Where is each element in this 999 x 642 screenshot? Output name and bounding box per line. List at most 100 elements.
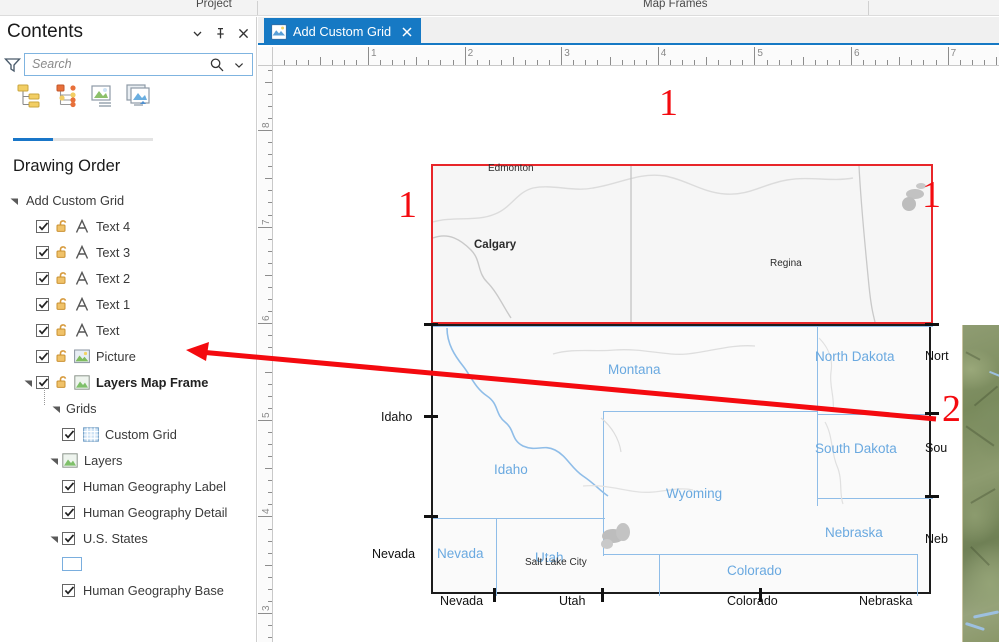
ruler-tick xyxy=(258,516,272,518)
tree-item-text-3[interactable]: Text 3 xyxy=(0,239,257,265)
layer-visibility-checkbox[interactable] xyxy=(62,479,75,493)
vertical-ruler[interactable]: 8 7 6 5 4 3 xyxy=(258,66,273,642)
tree-item-grids[interactable]: Grids xyxy=(0,387,257,421)
ruler-tick xyxy=(268,105,272,107)
grid-label: Nevada xyxy=(440,594,484,608)
tab-add-custom-grid[interactable]: Add Custom Grid xyxy=(264,18,422,45)
drawing-order-heading: Drawing Order xyxy=(13,157,121,175)
list-by-source-icon[interactable] xyxy=(53,82,83,110)
ruler-tick xyxy=(268,359,272,361)
tree-item-layers[interactable]: Layers xyxy=(0,447,257,473)
layer-visibility-checkbox[interactable] xyxy=(36,323,49,337)
horizontal-ruler[interactable]: 1 2 3 4 5 6 7 xyxy=(273,47,999,66)
ruler-tick xyxy=(718,60,720,65)
tree-item-add-custom-grid[interactable]: Add Custom Grid xyxy=(0,187,257,213)
ruler-tick xyxy=(295,60,297,65)
layer-visibility-checkbox[interactable] xyxy=(36,219,49,233)
tree-item-us-states[interactable]: U.S. States xyxy=(0,525,257,551)
layer-visibility-checkbox[interactable] xyxy=(36,271,49,285)
tree-item-symbol-swatch[interactable] xyxy=(0,551,257,577)
list-by-snapping-icon[interactable] xyxy=(125,82,155,110)
close-icon[interactable] xyxy=(234,24,252,42)
ruler-tick xyxy=(561,47,563,65)
layer-visibility-checkbox[interactable] xyxy=(36,245,49,259)
tree-item-human-geography-detail[interactable]: Human Geography Detail xyxy=(0,499,257,525)
layout-canvas[interactable]: Montana North Dakota Idaho South Dakota Wyom… xyxy=(274,67,999,642)
chevron-down-icon[interactable] xyxy=(48,532,60,544)
ruler-tick xyxy=(669,60,671,65)
contents-pane: Contents Search Drawing Order Add Custom… xyxy=(0,17,257,642)
ruler-tick xyxy=(887,60,889,65)
layer-visibility-checkbox[interactable] xyxy=(62,583,75,597)
search-icon[interactable] xyxy=(209,57,225,73)
layer-visibility-checkbox[interactable] xyxy=(36,349,49,363)
ruler-tick xyxy=(258,419,272,421)
ruler-tick xyxy=(258,130,272,131)
callout-1-right: 1 xyxy=(922,174,941,216)
state-label: Idaho xyxy=(494,462,528,477)
ruler-tick xyxy=(268,202,272,204)
chevron-down-icon[interactable] xyxy=(232,58,246,72)
chevron-down-icon[interactable] xyxy=(188,24,206,42)
unlocked-lock-icon[interactable] xyxy=(55,245,70,259)
search-input[interactable]: Search xyxy=(24,53,253,76)
ruler-tick xyxy=(268,443,272,445)
chevron-down-icon[interactable] xyxy=(48,454,60,466)
tree-item-text[interactable]: Text xyxy=(0,317,257,343)
close-icon[interactable] xyxy=(400,25,413,38)
unlocked-lock-icon[interactable] xyxy=(55,375,70,389)
satellite-imagery-strip[interactable] xyxy=(962,325,999,642)
callout-2-right: 2 xyxy=(942,388,961,430)
city-label: Edmonton xyxy=(488,163,534,174)
tree-item-text-2[interactable]: Text 2 xyxy=(0,265,257,291)
contents-toolbar xyxy=(0,79,257,121)
map-frame-us[interactable] xyxy=(431,324,933,596)
ruler-tick xyxy=(464,47,466,65)
tree-item-text-1[interactable]: Text 1 xyxy=(0,291,257,317)
unlocked-lock-icon[interactable] xyxy=(55,271,70,285)
state-label: Nebraska xyxy=(825,525,883,540)
list-by-drawing-order-icon[interactable] xyxy=(14,82,44,110)
layer-visibility-checkbox[interactable] xyxy=(62,505,75,519)
tree-item-layers-map-frame[interactable]: Layers Map Frame xyxy=(0,369,257,395)
tree-item-text-4[interactable]: Text 4 xyxy=(0,213,257,239)
ruler-tick xyxy=(778,60,780,65)
grid-tick-left xyxy=(424,415,438,418)
list-by-selection-icon[interactable] xyxy=(89,82,119,110)
chevron-down-icon[interactable] xyxy=(50,402,62,414)
ruler-tick xyxy=(911,60,913,65)
symbol-swatch[interactable] xyxy=(62,557,82,571)
chevron-down-icon[interactable] xyxy=(8,194,20,206)
grid-label: Colorado xyxy=(727,594,778,608)
layer-visibility-checkbox[interactable] xyxy=(36,375,49,389)
ruler-tick xyxy=(268,69,272,71)
unlocked-lock-icon[interactable] xyxy=(55,323,70,337)
layer-visibility-checkbox[interactable] xyxy=(62,531,75,545)
tree-item-custom-grid[interactable]: Custom Grid xyxy=(0,421,257,447)
ruler-tick xyxy=(706,57,708,65)
terrain-ridge xyxy=(970,546,990,566)
tree-item-human-geography-label[interactable]: Human Geography Label xyxy=(0,473,257,499)
unlocked-lock-icon[interactable] xyxy=(55,297,70,311)
unlocked-lock-icon[interactable] xyxy=(55,349,70,363)
ruler-tick xyxy=(268,117,272,119)
tree-item-picture[interactable]: Picture xyxy=(0,343,257,369)
unlocked-lock-icon[interactable] xyxy=(55,219,70,233)
ribbon-group-map-frames: Map Frames xyxy=(643,0,708,10)
grid-tick-left xyxy=(424,323,438,326)
tree-item-human-geography-base[interactable]: Human Geography Base xyxy=(0,577,257,603)
grid-tick-bottom xyxy=(493,588,496,602)
state-label: Montana xyxy=(608,362,661,377)
chevron-down-icon[interactable] xyxy=(22,376,34,388)
ruler-tick xyxy=(343,60,345,65)
ruler-tick xyxy=(814,60,816,65)
ruler-tick xyxy=(597,60,599,65)
ruler-tick xyxy=(633,60,635,65)
filter-icon[interactable] xyxy=(3,55,22,74)
pin-icon[interactable] xyxy=(211,24,229,42)
ruler-tick xyxy=(268,576,272,578)
layer-visibility-checkbox[interactable] xyxy=(62,427,75,441)
callout-1-left: 1 xyxy=(398,184,417,226)
layer-visibility-checkbox[interactable] xyxy=(36,297,49,311)
tab-label: Add Custom Grid xyxy=(293,24,392,39)
